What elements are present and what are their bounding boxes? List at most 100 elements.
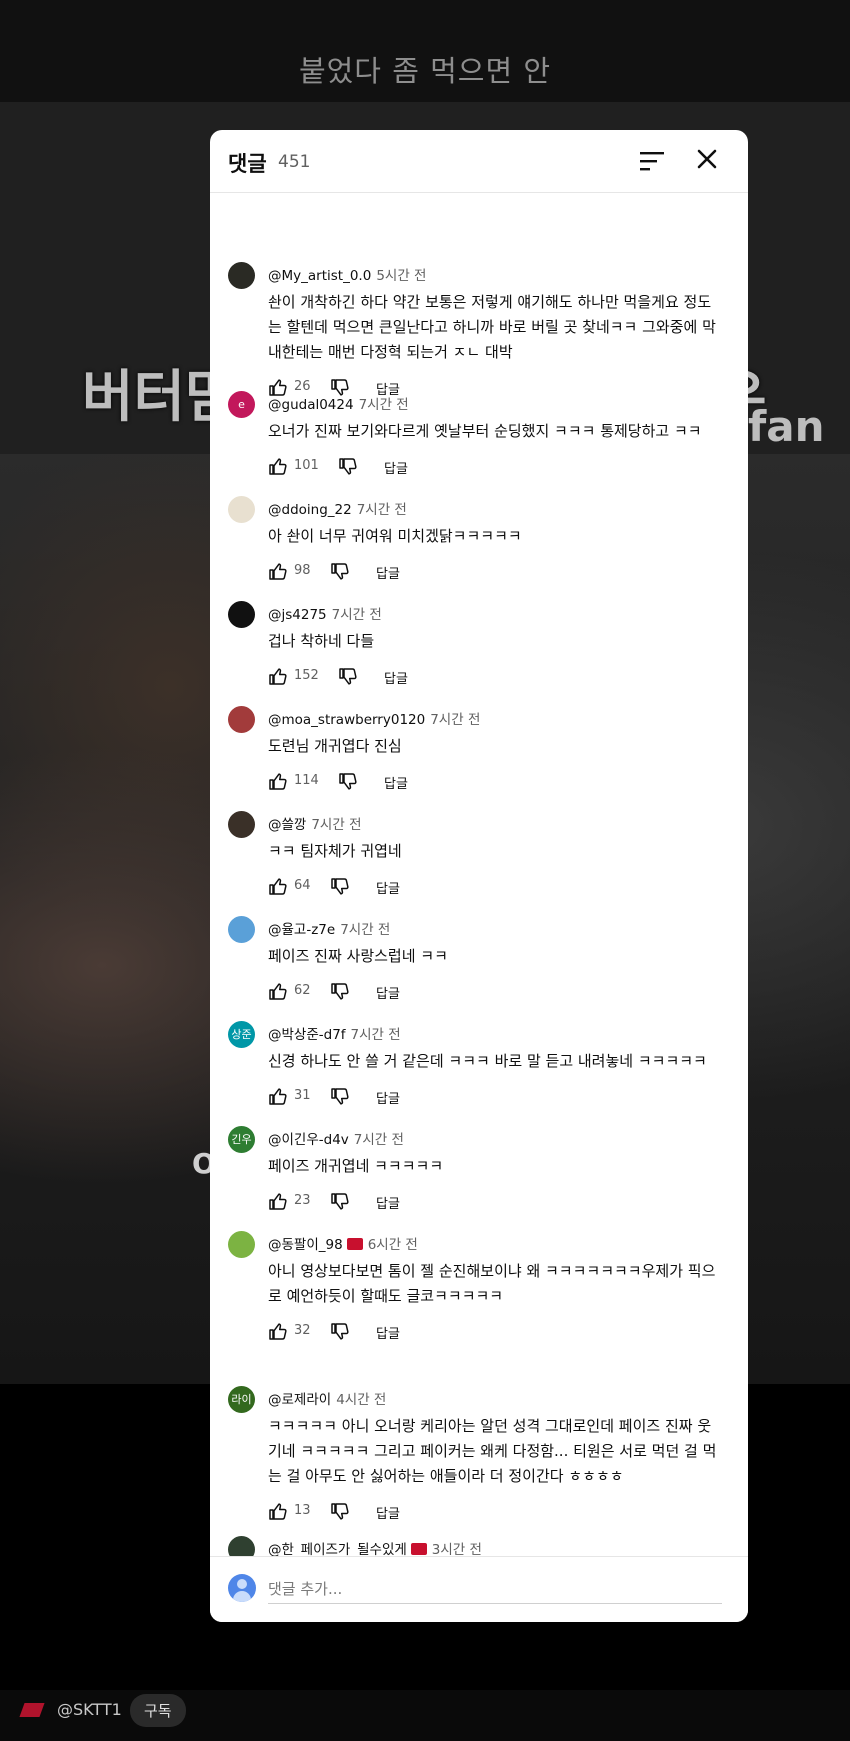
comment-text: 아 솬이 너무 귀여워 미치겠닭ㅋㅋㅋㅋㅋ bbox=[268, 524, 738, 549]
dislike-icon[interactable] bbox=[330, 562, 350, 582]
like-icon[interactable] bbox=[268, 1191, 288, 1211]
dislike-icon[interactable] bbox=[330, 1322, 350, 1342]
reply-button[interactable]: 답글 bbox=[376, 1193, 400, 1212]
reply-button[interactable]: 답글 bbox=[384, 773, 408, 792]
like-count: 114 bbox=[294, 773, 319, 788]
comment-actions: 114 답글 bbox=[268, 771, 568, 792]
comment-text: 페이즈 개귀엽네 ㅋㅋㅋㅋㅋ bbox=[268, 1154, 738, 1179]
dislike-icon[interactable] bbox=[330, 982, 350, 1002]
sort-icon[interactable] bbox=[640, 150, 664, 172]
comment-text: 아니 영상보다보면 톰이 젤 순진해보이냐 왜 ㅋㅋㅋㅋㅋㅋㅋ우제가 픽으 로 예… bbox=[268, 1259, 738, 1309]
reply-button[interactable]: 답글 bbox=[376, 1323, 400, 1342]
reply-button[interactable]: 답글 bbox=[376, 563, 400, 582]
video-caption: 붙었다 좀 먹으면 안 bbox=[298, 54, 552, 88]
reply-button[interactable]: 답글 bbox=[376, 1088, 400, 1107]
comment-time[interactable]: 7시간 전 bbox=[359, 397, 409, 413]
comment-avatar[interactable]: 긴우 bbox=[228, 1126, 255, 1153]
like-icon[interactable] bbox=[268, 1086, 288, 1106]
reply-button[interactable]: 답글 bbox=[376, 878, 400, 897]
comment-author[interactable]: @율고-z7e bbox=[268, 922, 335, 938]
like-icon[interactable] bbox=[268, 1321, 288, 1341]
comment-time[interactable]: 7시간 전 bbox=[351, 1027, 401, 1043]
comment-text-line: ㅋㅋ 팀자체가 귀엽네 bbox=[268, 842, 402, 860]
comment-text: 겁나 착하네 다들 bbox=[268, 629, 738, 654]
like-icon[interactable] bbox=[268, 981, 288, 1001]
comment-time[interactable]: 6시간 전 bbox=[368, 1237, 418, 1253]
comment-author[interactable]: @gudal0424 bbox=[268, 397, 354, 413]
dislike-icon[interactable] bbox=[338, 772, 358, 792]
add-comment-input[interactable] bbox=[268, 1579, 722, 1604]
comment-item: @ddoing_22 7시간 전아 솬이 너무 귀여워 미치겠닭ㅋㅋㅋㅋㅋ 98 답글 bbox=[210, 496, 748, 616]
comment-author[interactable]: @로제라이 bbox=[268, 1392, 331, 1408]
comment-text-line: 페이즈 진짜 사랑스럽네 ㅋㅋ bbox=[268, 947, 448, 965]
comment-text-line: 로 예언하듯이 할때도 글코ㅋㅋㅋㅋㅋ bbox=[268, 1287, 504, 1305]
comments-panel: 댓글 451 @My_artist_0.0 5시간 전 솬이 개착하긴 하다 약간 … bbox=[210, 130, 748, 1622]
comment-avatar[interactable] bbox=[228, 262, 255, 289]
comments-header: 댓글 451 bbox=[210, 130, 748, 193]
reply-button[interactable]: 답글 bbox=[384, 458, 408, 477]
like-icon[interactable] bbox=[268, 771, 288, 791]
comment-author-line: @동팔이_98 6시간 전 bbox=[268, 1233, 418, 1253]
comment-author[interactable]: @쓸깡 bbox=[268, 817, 306, 833]
like-icon[interactable] bbox=[268, 876, 288, 896]
comment-item: 긴우 @이긴우-d4v 7시간 전페이즈 개귀엽네 ㅋㅋㅋㅋㅋ 23 답글 bbox=[210, 1126, 748, 1246]
comment-avatar[interactable]: 라이 bbox=[228, 1386, 255, 1413]
comment-item: @쓸깡 7시간 전 ㅋㅋ 팀자체가 귀엽네 64 답글 bbox=[210, 811, 748, 931]
reply-button[interactable]: 답글 bbox=[376, 1503, 400, 1522]
comment-author[interactable]: @박상준-d7f bbox=[268, 1027, 346, 1043]
comment-avatar[interactable] bbox=[228, 601, 255, 628]
comments-title: 댓글 bbox=[228, 152, 267, 176]
comment-author-line: @My_artist_0.0 5시간 전 bbox=[268, 264, 426, 284]
subscribe-button[interactable]: 구독 bbox=[130, 1694, 186, 1727]
reply-button[interactable]: 답글 bbox=[376, 983, 400, 1002]
like-count: 98 bbox=[294, 563, 311, 578]
dislike-icon[interactable] bbox=[330, 1087, 350, 1107]
dislike-icon[interactable] bbox=[338, 667, 358, 687]
like-icon[interactable] bbox=[268, 456, 288, 476]
comment-author[interactable]: @My_artist_0.0 bbox=[268, 268, 371, 284]
comment-actions: 64 답글 bbox=[268, 876, 568, 897]
comment-author[interactable]: @이긴우-d4v bbox=[268, 1132, 349, 1148]
comment-time[interactable]: 7시간 전 bbox=[332, 607, 382, 623]
comment-time[interactable]: 7시간 전 bbox=[354, 1132, 404, 1148]
comment-avatar[interactable] bbox=[228, 916, 255, 943]
comment-avatar[interactable] bbox=[228, 706, 255, 733]
comment-time[interactable]: 7시간 전 bbox=[357, 502, 407, 518]
like-icon[interactable] bbox=[268, 1501, 288, 1521]
comment-author[interactable]: @moa_strawberry0120 bbox=[268, 712, 425, 728]
close-icon[interactable] bbox=[694, 146, 720, 172]
comment-time[interactable]: 7시간 전 bbox=[311, 817, 361, 833]
comment-text-line: 는 할텐데 먹으면 큰일난다고 하니까 바로 버릴 곳 찾네ㅋㅋ 그와중에 막 bbox=[268, 318, 716, 336]
comment-author[interactable]: @ddoing_22 bbox=[268, 502, 352, 518]
comment-avatar[interactable] bbox=[228, 496, 255, 523]
dislike-icon[interactable] bbox=[330, 877, 350, 897]
dislike-icon[interactable] bbox=[330, 1502, 350, 1522]
like-icon[interactable] bbox=[268, 666, 288, 686]
comment-actions: 13 답글 bbox=[268, 1501, 568, 1522]
reply-button[interactable]: 답글 bbox=[384, 668, 408, 687]
like-count: 62 bbox=[294, 983, 311, 998]
comment-author-line: @이긴우-d4v 7시간 전 bbox=[268, 1128, 404, 1148]
channel-bar: @SKTT1 구독 bbox=[0, 1690, 850, 1741]
comment-text-line: 신경 하나도 안 쓸 거 같은데 ㅋㅋㅋ 바로 말 듣고 내려놓네 ㅋㅋㅋㅋㅋ bbox=[268, 1052, 707, 1070]
comment-author[interactable]: @js4275 bbox=[268, 607, 327, 623]
comment-time[interactable]: 5시간 전 bbox=[376, 268, 426, 284]
comment-avatar[interactable] bbox=[228, 811, 255, 838]
comment-text-line: 페이즈 개귀엽네 ㅋㅋㅋㅋㅋ bbox=[268, 1157, 444, 1175]
like-count: 152 bbox=[294, 668, 319, 683]
channel-name[interactable]: @SKTT1 bbox=[57, 1700, 122, 1719]
dislike-icon[interactable] bbox=[330, 1192, 350, 1212]
comment-text: ㅋㅋ 팀자체가 귀엽네 bbox=[268, 839, 738, 864]
comment-item: @My_artist_0.0 5시간 전 솬이 개착하긴 하다 약간 보통은 저렇게… bbox=[210, 262, 748, 398]
like-count: 31 bbox=[294, 1088, 311, 1103]
like-icon[interactable] bbox=[268, 561, 288, 581]
comment-avatar[interactable] bbox=[228, 1231, 255, 1258]
comment-time[interactable]: 4시간 전 bbox=[336, 1392, 386, 1408]
comment-actions: 23 답글 bbox=[268, 1191, 568, 1212]
comment-time[interactable]: 7시간 전 bbox=[430, 712, 480, 728]
comment-time[interactable]: 7시간 전 bbox=[340, 922, 390, 938]
comment-avatar[interactable]: 상준 bbox=[228, 1021, 255, 1048]
comment-avatar[interactable]: e bbox=[228, 391, 255, 418]
dislike-icon[interactable] bbox=[338, 457, 358, 477]
comment-author[interactable]: @동팔이_98 bbox=[268, 1237, 343, 1253]
